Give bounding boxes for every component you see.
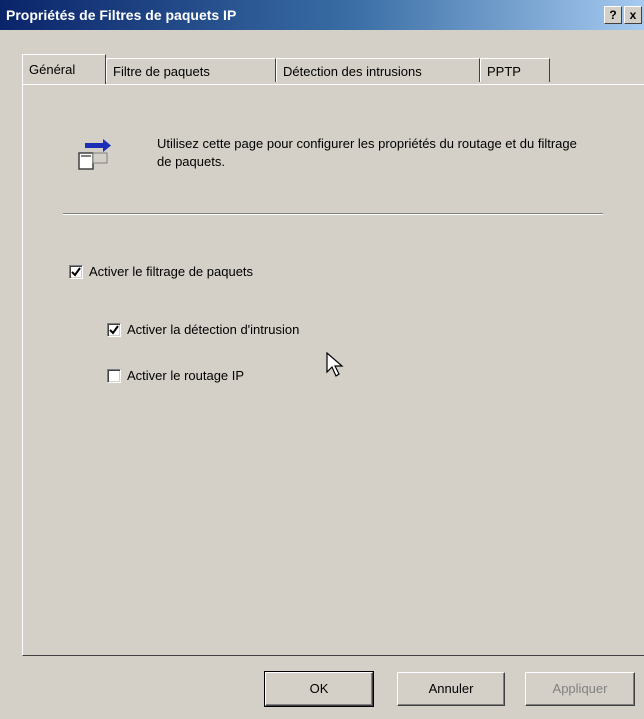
enable-packet-filtering-option[interactable]: Activer le filtrage de paquets [69,263,253,279]
enable-intrusion-detection-checkbox[interactable] [107,322,121,337]
separator [63,213,603,215]
help-icon: ? [609,8,617,22]
enable-ip-routing-label: Activer le routage IP [127,368,245,384]
page-description: Utilisez cette page pour configurer les … [157,136,577,169]
apply-button[interactable]: Appliquer [525,672,635,706]
routing-properties-icon [75,137,115,177]
enable-ip-routing-option[interactable]: Activer le routage IP [107,367,244,383]
cancel-button[interactable]: Annuler [397,672,505,706]
enable-packet-filtering-label: Activer le filtrage de paquets [89,264,254,280]
ok-button[interactable]: OK [264,671,374,707]
checkmark-icon [109,324,119,335]
enable-intrusion-detection-label: Activer la détection d'intrusion [127,322,300,338]
tab-intrusion-detection[interactable]: Détection des intrusions [276,58,480,82]
close-button[interactable]: x [624,6,642,24]
enable-ip-routing-checkbox[interactable] [107,368,121,383]
close-icon: x [629,8,637,22]
checkmark-icon [71,266,81,277]
tab-packet-filters[interactable]: Filtre de paquets [106,58,276,82]
enable-intrusion-detection-option[interactable]: Activer la détection d'intrusion [107,321,299,337]
window-title: Propriétés de Filtres de paquets IP [6,7,237,23]
help-button[interactable]: ? [604,6,622,24]
title-bar[interactable]: Propriétés de Filtres de paquets IP ? x [0,0,644,30]
mouse-pointer-icon [326,351,344,381]
tab-pptp[interactable]: PPTP [480,58,550,82]
enable-packet-filtering-checkbox[interactable] [69,264,83,279]
tab-general[interactable]: Général [22,54,106,84]
